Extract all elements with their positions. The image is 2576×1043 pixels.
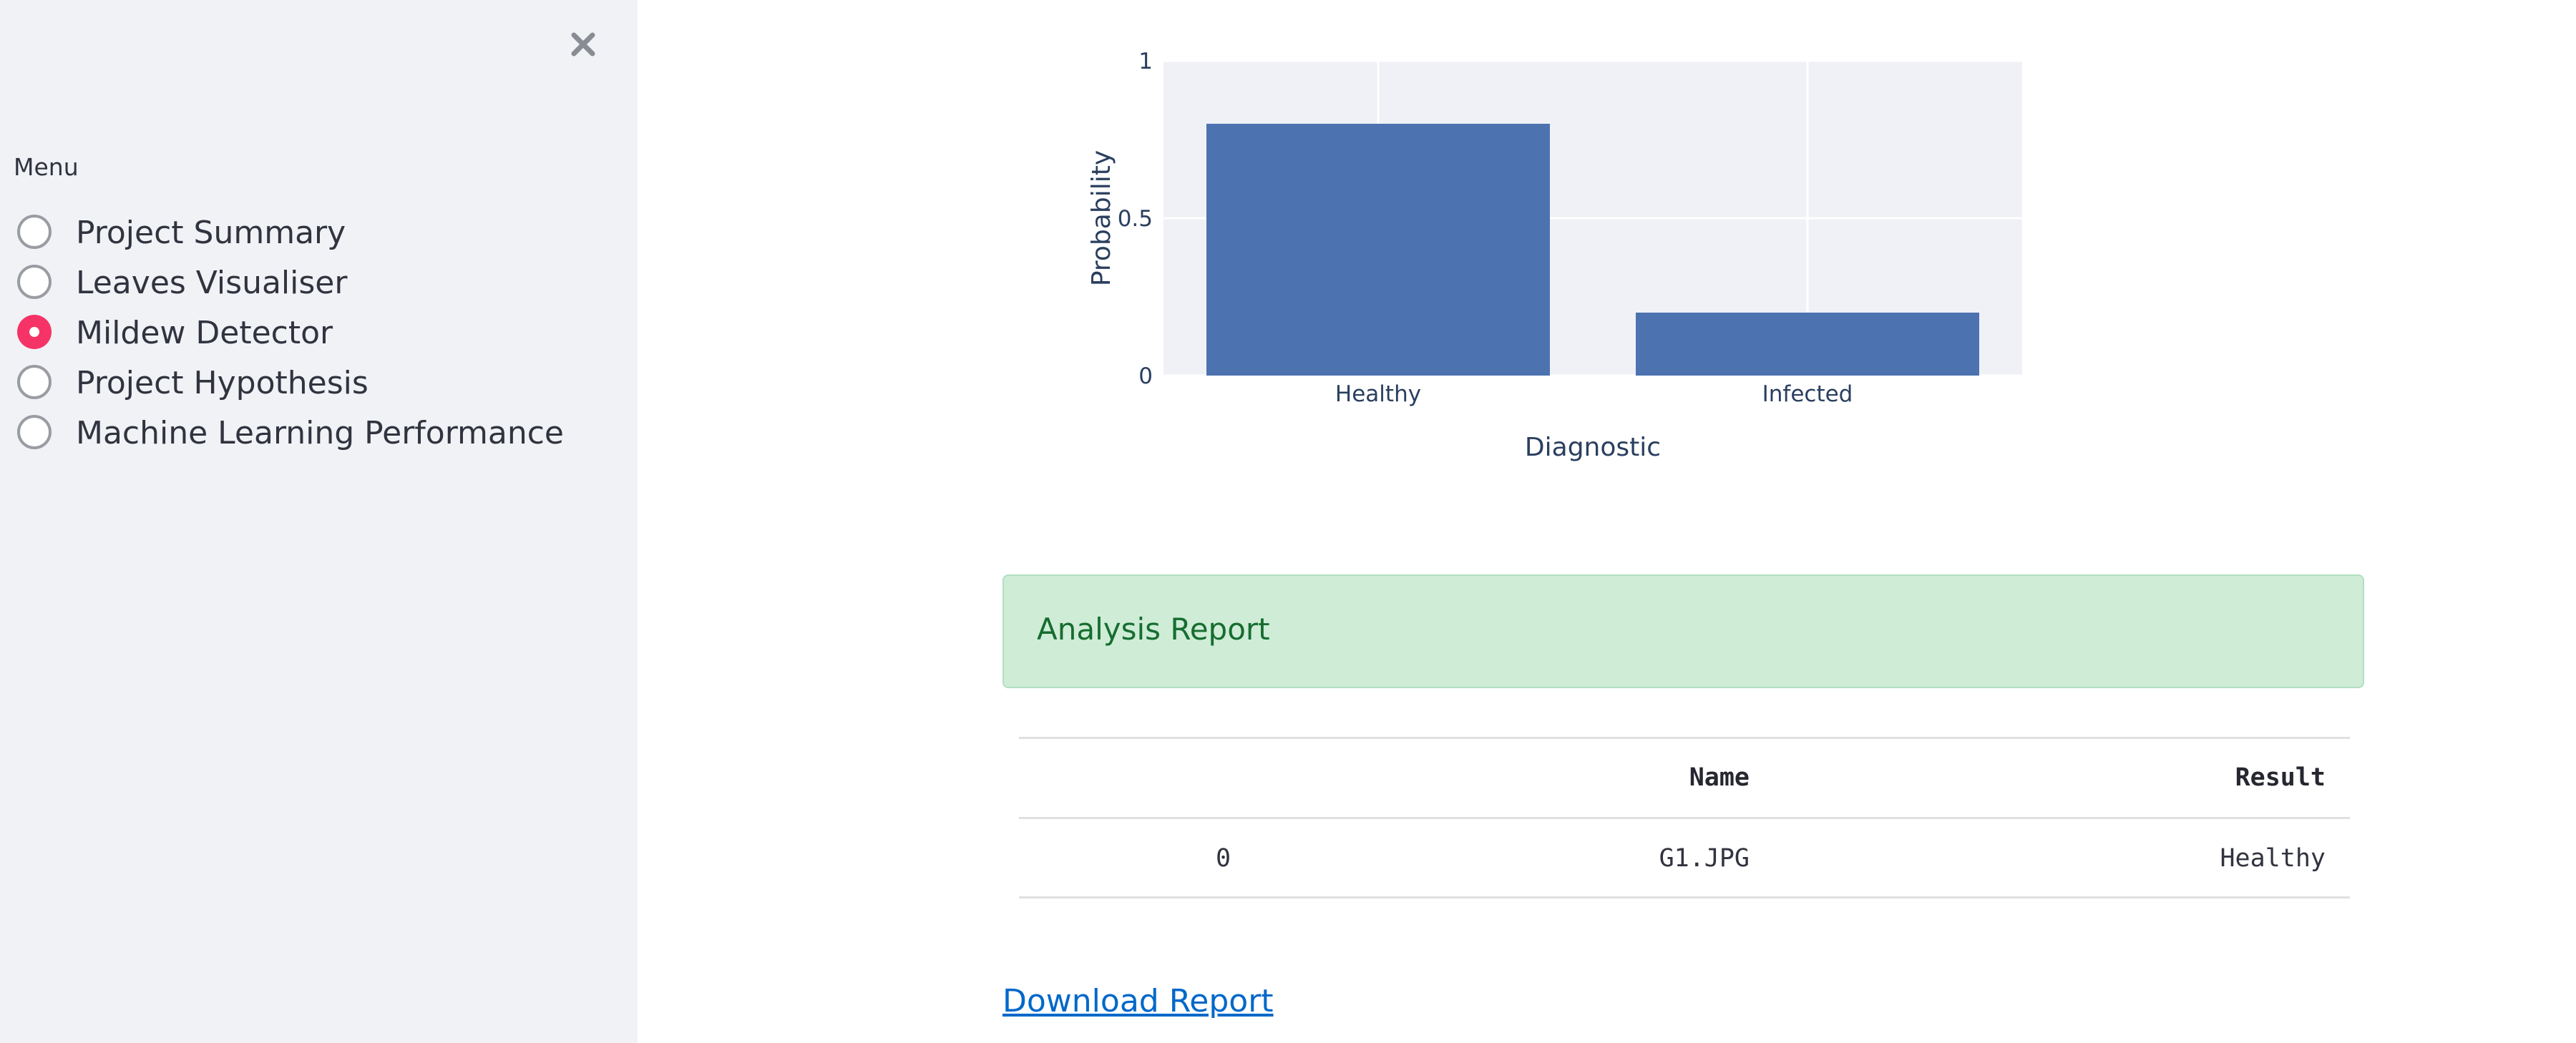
menu-item-label: Project Summary: [76, 215, 346, 251]
table-border-bottom: [1019, 896, 2350, 898]
table-cell-name: G1.JPG: [1659, 844, 1750, 873]
menu-item-ml-performance[interactable]: Machine Learning Performance: [0, 409, 615, 456]
radio-button[interactable]: [17, 415, 52, 449]
menu-item-project-hypothesis[interactable]: Project Hypothesis: [0, 359, 615, 406]
menu-item-label: Project Hypothesis: [76, 365, 369, 401]
table-border-top: [1019, 737, 2350, 739]
radio-button[interactable]: [17, 365, 52, 399]
main-content: 0 0.5 1 Healthy Infected Diagnostic Probabilit…: [638, 0, 2576, 1043]
bar-infected: [1636, 313, 1979, 376]
radio-button-selected[interactable]: [17, 315, 52, 349]
x-tick-label: Healthy: [1335, 381, 1421, 407]
analysis-report-alert: Analysis Report: [1002, 574, 2364, 688]
download-report-link[interactable]: Download Report: [1002, 983, 1274, 1019]
menu-item-label: Mildew Detector: [76, 315, 333, 351]
table-cell-result: Healthy: [2220, 844, 2326, 873]
y-tick-label: 0.5: [1118, 206, 1153, 232]
y-axis-title: Probability: [1087, 150, 1116, 286]
app-root: Menu Project Summary Leaves Visualiser M…: [0, 0, 2576, 1043]
radio-button[interactable]: [17, 265, 52, 299]
menu-item-mildew-detector[interactable]: Mildew Detector: [0, 309, 615, 356]
close-sidebar-button[interactable]: [562, 23, 605, 66]
table-header-result: Result: [2235, 763, 2326, 792]
close-icon[interactable]: [562, 23, 605, 66]
table-cell-index: 0: [1216, 844, 1231, 873]
menu-item-leaves-visualiser[interactable]: Leaves Visualiser: [0, 259, 615, 306]
menu-item-label: Machine Learning Performance: [76, 415, 564, 451]
menu-item-project-summary[interactable]: Project Summary: [0, 209, 615, 256]
bar-healthy: [1206, 124, 1550, 376]
table-header-name: Name: [1689, 763, 1750, 792]
report-table: Name Result 0 G1.JPG Healthy: [1019, 737, 2350, 898]
radio-button[interactable]: [17, 215, 52, 249]
x-axis-title: Diagnostic: [1525, 433, 1661, 462]
menu-label: Menu: [14, 153, 79, 181]
probability-chart: 0 0.5 1 Healthy Infected Diagnostic Probabilit…: [1035, 0, 2108, 486]
x-tick-label: Infected: [1762, 381, 1853, 407]
alert-text: Analysis Report: [1037, 612, 1270, 647]
y-tick-label: 1: [1138, 49, 1153, 74]
chart-svg: 0 0.5 1 Healthy Infected Diagnostic Probabilit…: [1087, 49, 2022, 462]
sidebar: Menu Project Summary Leaves Visualiser M…: [0, 0, 638, 1043]
table-header-divider: [1019, 817, 2350, 819]
menu-item-label: Leaves Visualiser: [76, 265, 348, 301]
y-tick-label: 0: [1138, 363, 1153, 389]
